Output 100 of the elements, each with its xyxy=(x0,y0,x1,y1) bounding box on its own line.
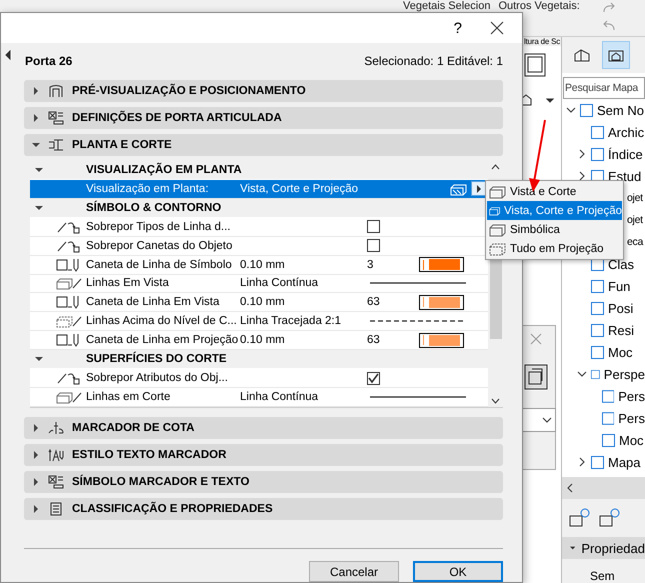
tree-item[interactable]: Perspe xyxy=(562,363,645,385)
tree-item[interactable]: Moc xyxy=(562,341,645,363)
property-label: Caneta de Linha Em Vista xyxy=(86,296,220,308)
section-header[interactable]: MARCADOR DE COTA xyxy=(24,417,503,439)
chevron-down-icon xyxy=(542,416,552,424)
selection-info: Selecionado: 1 Editável: 1 xyxy=(364,54,503,68)
house-plan-icon xyxy=(607,48,625,62)
dialog-button[interactable]: Cancelar xyxy=(309,561,399,582)
chevron-down-icon xyxy=(491,398,500,404)
dimension-marker-icon xyxy=(48,421,64,435)
collapse-triangle-icon[interactable] xyxy=(35,204,43,212)
tree-label: Posi xyxy=(608,300,634,316)
property-row[interactable]: Caneta de Linha de Símbolo 0.10 mm 3 xyxy=(30,256,488,275)
tree-item[interactable]: Moc xyxy=(562,429,645,451)
folders-icon xyxy=(524,364,548,390)
group-header[interactable]: SUPERFÍCIES DO CORTE xyxy=(30,350,488,370)
section-header[interactable]: PRÉ-VISUALIZAÇÃO E POSICIONAMENTO xyxy=(24,80,503,102)
tree-item[interactable]: Mapa xyxy=(562,451,645,473)
view-icon xyxy=(602,390,614,402)
collapse-left-icon xyxy=(5,50,11,60)
pen-number: 63 xyxy=(367,334,381,346)
help-button[interactable]: ? xyxy=(454,20,462,36)
tree-item[interactable]: Fun xyxy=(562,275,645,297)
tree-item[interactable]: Índice xyxy=(562,143,645,165)
menu-item[interactable]: Vista, Corte e Projeção xyxy=(487,201,622,220)
menu-item[interactable]: Vista e Corte xyxy=(487,182,622,201)
expand-triangle-icon[interactable] xyxy=(32,114,40,122)
property-value: Vista, Corte e Projeção xyxy=(240,182,360,195)
document-lines-icon xyxy=(48,502,64,516)
text-style-icon xyxy=(48,448,64,462)
add-layout-icon xyxy=(598,508,620,528)
pen-swatch[interactable] xyxy=(419,294,464,310)
property-label: Linhas Em Vista xyxy=(86,277,170,290)
property-label: Visualização em Planta: xyxy=(86,182,210,195)
properties-text: Sem xyxy=(562,559,645,583)
menu-item[interactable]: Tudo em Projeção xyxy=(487,239,622,258)
property-value: Linha Contínua xyxy=(240,391,320,404)
group-header[interactable]: SÍMBOLO & CONTORNO xyxy=(30,198,488,218)
checkbox[interactable] xyxy=(367,372,380,385)
pen-number: 3 xyxy=(367,258,374,271)
tree-label: Sem No xyxy=(597,102,644,118)
property-row[interactable]: Sobrepor Atributos do Obj... xyxy=(30,369,488,388)
add-view-icon xyxy=(568,508,590,528)
tree-label: Índice xyxy=(608,146,643,162)
property-row[interactable]: Linhas Em Vista Linha Contínua xyxy=(30,274,488,294)
property-row[interactable]: Sobrepor Tipos de Linha d... xyxy=(30,218,488,237)
section-header[interactable]: DEFINIÇÕES DE PORTA ARTICULADA xyxy=(24,107,503,129)
toolbar-label: Vegetais Selecion xyxy=(403,0,490,12)
collapse-triangle-icon[interactable] xyxy=(35,166,43,174)
tree-label: Pers xyxy=(618,410,645,426)
tree-item[interactable]: Pers xyxy=(562,385,645,407)
expand-triangle-icon[interactable] xyxy=(32,478,40,486)
tree-label: Resi xyxy=(608,322,634,338)
search-field[interactable]: Pesquisar Mapa xyxy=(563,77,645,99)
tree-label: Moc xyxy=(608,344,633,360)
collapse-triangle-icon[interactable] xyxy=(35,355,43,364)
menu-item[interactable]: Simbólica xyxy=(487,220,622,239)
section-header[interactable]: ESTILO TEXTO MARCADOR xyxy=(24,444,503,466)
expand-triangle-icon[interactable] xyxy=(32,424,40,432)
property-row[interactable]: Visualização em Planta: Vista, Corte e Projeção xyxy=(30,180,488,199)
section-header[interactable]: SÍMBOLO MARCADOR E TEXTO xyxy=(24,471,503,493)
dialog-button[interactable]: OK xyxy=(413,561,503,582)
pen-swatch[interactable] xyxy=(419,332,464,348)
collapse-triangle-icon[interactable] xyxy=(32,141,40,149)
collapse-triangle-icon[interactable] xyxy=(570,544,576,552)
property-row[interactable]: Caneta de Linha em Projeção 0.10 mm 63 xyxy=(30,331,488,350)
properties-header[interactable]: Propriedad xyxy=(562,537,645,559)
override-icon xyxy=(56,220,82,234)
property-row[interactable]: Sobrepor Canetas do Objeto xyxy=(30,236,488,256)
house-icon[interactable] xyxy=(602,41,630,69)
chevron-right-icon xyxy=(578,149,586,159)
property-label: Caneta de Linha de Símbolo xyxy=(86,258,233,271)
property-row[interactable]: Caneta de Linha Em Vista 0.10 mm 63 xyxy=(30,293,488,312)
view-icon xyxy=(591,280,604,292)
tree-label: Clas xyxy=(608,256,634,272)
property-value: Linha Tracejada 2:1 xyxy=(240,315,342,328)
chevron-up-icon xyxy=(491,164,500,170)
dashed-box-line-icon xyxy=(56,314,82,328)
tree-item[interactable]: Sem No xyxy=(562,99,645,121)
tree-label: Archic xyxy=(608,124,644,140)
checkbox[interactable] xyxy=(367,239,380,252)
tree-item[interactable]: Posi xyxy=(562,297,645,319)
menu-arrow-button[interactable] xyxy=(471,181,486,196)
group-header[interactable]: VISUALIZAÇÃO EM PLANTA xyxy=(30,161,488,180)
pen-swatch[interactable] xyxy=(419,257,464,272)
tree-item[interactable]: Resi xyxy=(562,319,645,341)
expand-triangle-icon[interactable] xyxy=(32,451,40,459)
expand-triangle-icon[interactable] xyxy=(32,87,40,95)
section-header[interactable]: CLASSIFICAÇÃO E PROPRIEDADES xyxy=(24,498,503,520)
view-icon xyxy=(591,346,604,358)
view-icon xyxy=(591,302,604,314)
tree-item[interactable]: Archic xyxy=(562,121,645,143)
checkbox[interactable] xyxy=(367,220,380,234)
pen-number: 63 xyxy=(367,296,381,308)
box-line-icon xyxy=(56,276,82,290)
property-value: 0.10 mm xyxy=(240,296,286,308)
tree-item[interactable]: Pers xyxy=(562,407,645,429)
section-header[interactable]: PLANTA E CORTE xyxy=(24,134,503,156)
expand-triangle-icon[interactable] xyxy=(32,505,40,513)
view-icon xyxy=(591,324,604,336)
